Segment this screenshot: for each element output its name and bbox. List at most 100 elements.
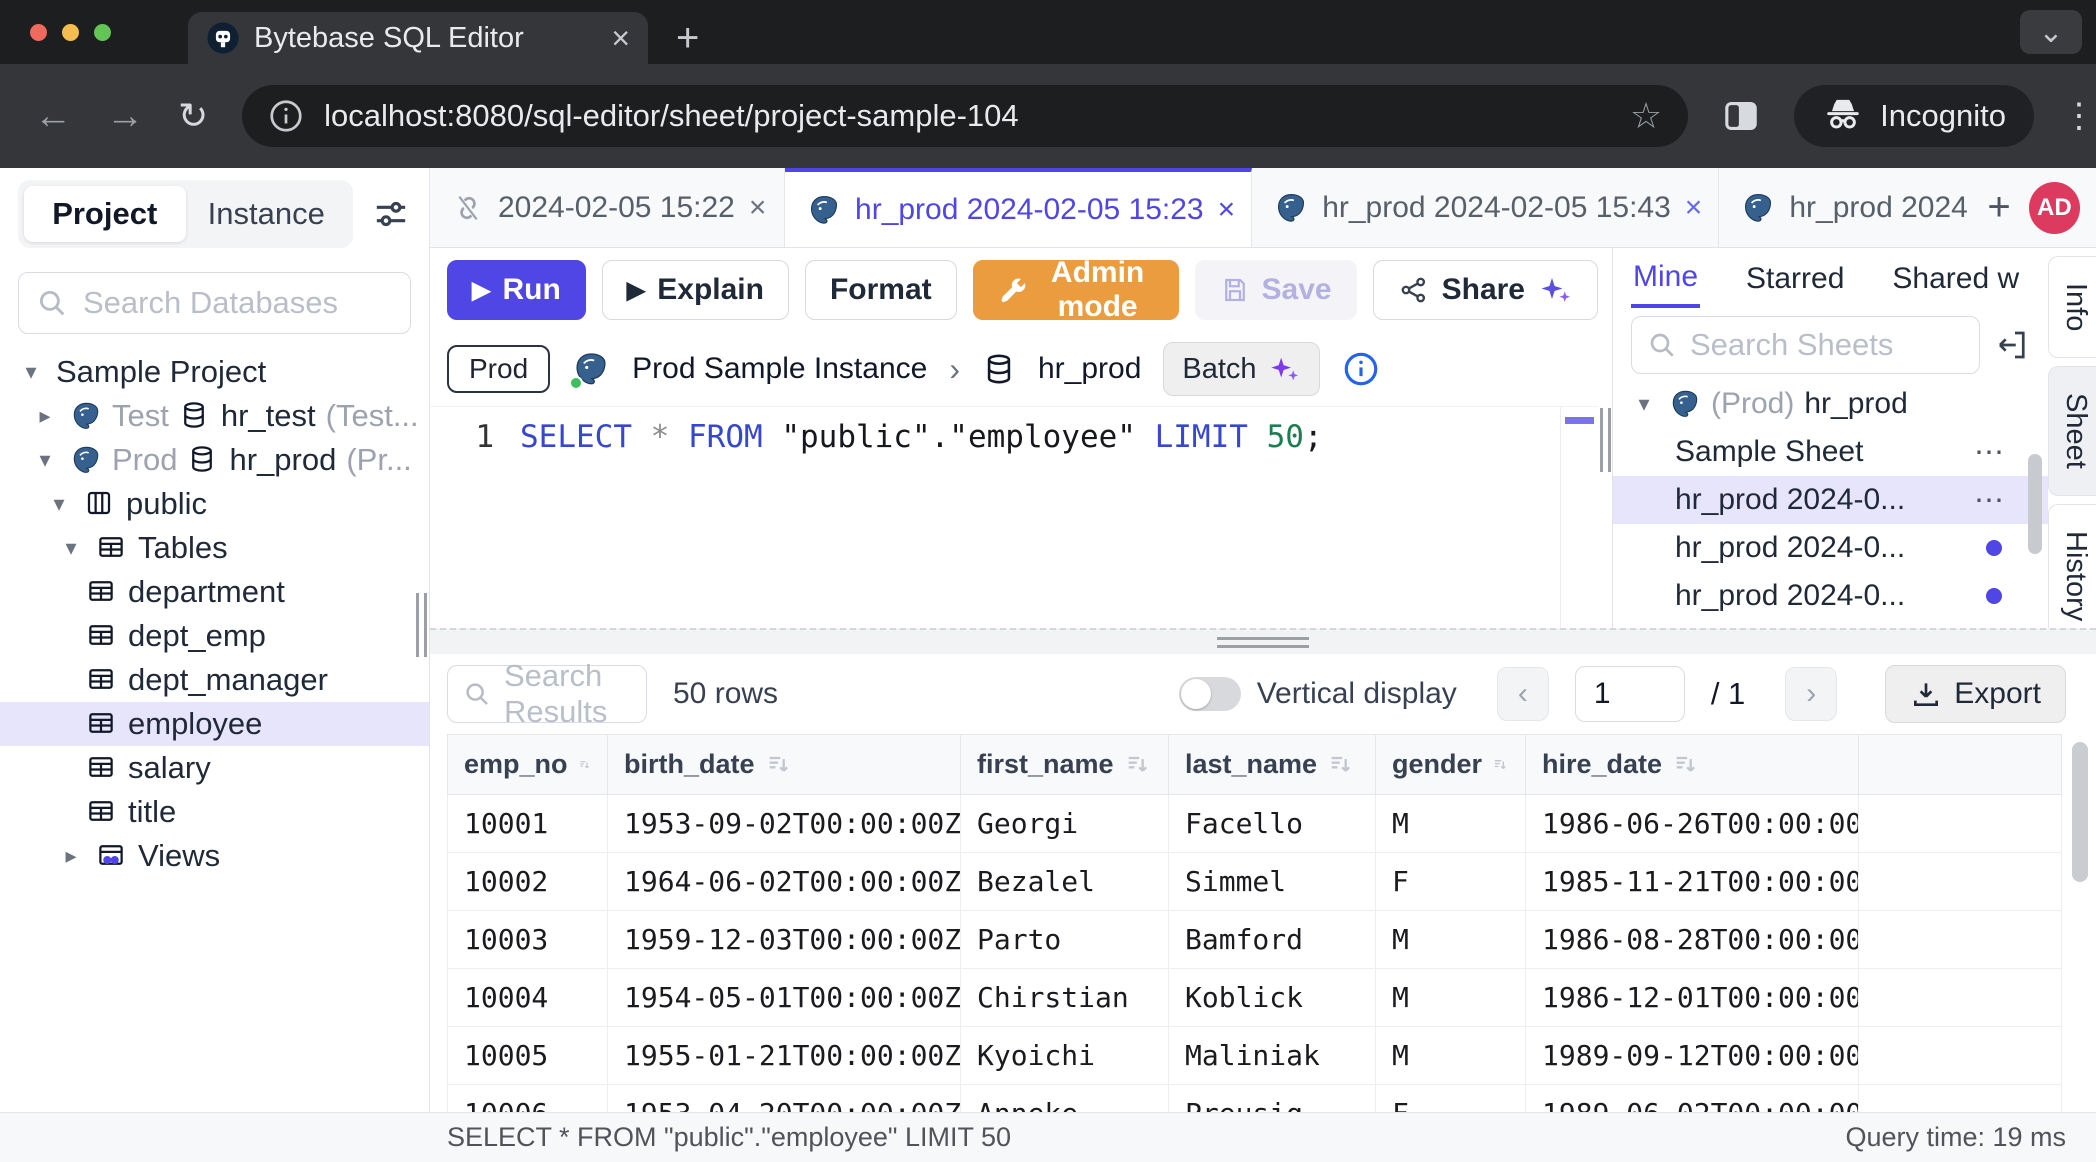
instance-name[interactable]: Prod Sample Instance	[632, 352, 927, 386]
tree-item-hr-test[interactable]: ▸ Test hr_test (Test...	[0, 394, 429, 438]
sheet-item-unsaved-2[interactable]: hr_prod 2024-0...	[1613, 572, 2048, 620]
sheet-group-hr-prod[interactable]: ▾ (Prod) hr_prod	[1613, 380, 2048, 428]
sheet-list-scrollbar[interactable]	[2028, 454, 2042, 554]
caret-down-icon[interactable]: ▾	[44, 491, 74, 517]
caret-down-icon[interactable]: ▾	[16, 359, 46, 385]
export-button[interactable]: Export	[1885, 665, 2066, 723]
close-tab-icon[interactable]: ×	[1218, 193, 1236, 227]
search-results-input[interactable]: Search Results	[447, 665, 647, 723]
back-button[interactable]: ←	[34, 95, 72, 138]
sheet-group-env: (Prod)	[1711, 387, 1794, 421]
format-button[interactable]: Format	[805, 260, 957, 320]
new-sheet-tab-button[interactable]: +	[1987, 185, 2010, 230]
admin-mode-button[interactable]: Admin mode	[973, 260, 1179, 320]
tree-item-table-title[interactable]: title	[0, 790, 429, 834]
sheet-item-label: Sample Sheet	[1675, 435, 1964, 469]
editor-tab-4[interactable]: hr_prod 2024-0	[1719, 168, 1969, 247]
caret-down-icon[interactable]: ▾	[30, 447, 60, 473]
batch-button[interactable]: Batch	[1163, 342, 1319, 396]
sheet-menu-icon[interactable]: ⋯	[1974, 483, 2006, 518]
caret-right-icon[interactable]: ▸	[30, 403, 60, 429]
new-browser-tab-button[interactable]: +	[676, 16, 699, 61]
tab-history[interactable]: History	[2048, 504, 2096, 648]
editor-tab-3[interactable]: hr_prod 2024-02-05 15:43 ×	[1252, 168, 1719, 247]
editor-minimap[interactable]	[1560, 407, 1598, 628]
close-tab-icon[interactable]: ×	[1685, 191, 1703, 225]
tree-item-hr-prod[interactable]: ▾ Prod hr_prod (Pr...	[0, 438, 429, 482]
share-label: Share	[1442, 273, 1525, 307]
table-scrollbar[interactable]	[2072, 742, 2088, 882]
page-number-input[interactable]	[1575, 666, 1685, 722]
browser-tab-close-icon[interactable]: ×	[611, 22, 630, 54]
next-page-button[interactable]: ›	[1785, 667, 1837, 721]
vertical-display-toggle[interactable]	[1179, 677, 1241, 711]
table-cell: Kyoichi	[961, 1027, 1169, 1085]
tree-item-schema-public[interactable]: ▾ public	[0, 482, 429, 526]
prev-page-button[interactable]: ‹	[1497, 667, 1549, 721]
search-sheets-input[interactable]: Search Sheets	[1631, 316, 1980, 374]
site-info-icon[interactable]	[268, 98, 304, 134]
panel-resize-handle[interactable]	[1598, 248, 1612, 628]
sheet-item-sample[interactable]: Sample Sheet ⋯	[1613, 428, 2048, 476]
reload-button[interactable]: ↻	[178, 95, 208, 137]
editor-tab-2-active[interactable]: hr_prod 2024-02-05 15:23 ×	[785, 168, 1252, 247]
results-resize-divider[interactable]	[430, 628, 2096, 654]
tree-item-project[interactable]: ▾ Sample Project	[0, 350, 429, 394]
database-name[interactable]: hr_prod	[1038, 352, 1141, 386]
editor-tab-label: 2024-02-05 15:22	[498, 191, 735, 225]
sql-toolbar: ▶ Run ▶ Explain Format	[430, 248, 1598, 332]
caret-down-icon[interactable]: ▾	[56, 535, 86, 561]
side-panel-icon[interactable]	[1720, 95, 1762, 137]
maximize-window-button[interactable]	[94, 24, 111, 41]
tree-item-tables-group[interactable]: ▾ Tables	[0, 526, 429, 570]
tree-item-table-employee[interactable]: employee	[0, 702, 429, 746]
import-sheet-icon[interactable]	[1994, 327, 2030, 363]
column-header-hire-date[interactable]: hire_date	[1526, 735, 1859, 795]
editor-tab-1[interactable]: 2024-02-05 15:22 ×	[430, 168, 785, 247]
column-header-last-name[interactable]: last_name	[1169, 735, 1376, 795]
column-header-emp-no[interactable]: emp_no	[448, 735, 608, 795]
tab-starred[interactable]: Starred	[1744, 252, 1846, 306]
editor-tab-bar: 2024-02-05 15:22 × hr_prod 2024-02-05 15…	[430, 168, 2096, 248]
tree-item-table-dept-manager[interactable]: dept_manager	[0, 658, 429, 702]
caret-right-icon[interactable]: ▸	[56, 843, 86, 869]
tree-item-views-group[interactable]: ▸ Views	[0, 834, 429, 878]
close-tab-icon[interactable]: ×	[749, 191, 767, 225]
tab-search-chevron-button[interactable]: ⌄	[2020, 10, 2082, 54]
run-button[interactable]: ▶ Run	[447, 260, 586, 320]
bookmark-star-icon[interactable]: ☆	[1630, 95, 1662, 137]
tree-item-table-department[interactable]: department	[0, 570, 429, 614]
explain-button[interactable]: ▶ Explain	[602, 260, 789, 320]
explain-label: Explain	[657, 273, 764, 307]
sheet-item-unsaved-1[interactable]: hr_prod 2024-0...	[1613, 524, 2048, 572]
sql-editor[interactable]: 1 SELECT * FROM "public"."employee" LIMI…	[430, 406, 1598, 628]
browser-menu-button[interactable]: ⋮	[2062, 96, 2096, 136]
tab-shared[interactable]: Shared w	[1890, 252, 2021, 306]
sheet-menu-icon[interactable]: ⋯	[1974, 435, 2006, 470]
tab-sheet[interactable]: Sheet	[2048, 366, 2096, 496]
search-databases-input[interactable]: Search Databases	[18, 272, 411, 334]
tree-item-table-salary[interactable]: salary	[0, 746, 429, 790]
share-button[interactable]: Share	[1373, 260, 1598, 320]
column-header-birth-date[interactable]: birth_date	[608, 735, 961, 795]
minimize-window-button[interactable]	[62, 24, 79, 41]
url-bar[interactable]: localhost:8080/sql-editor/sheet/project-…	[242, 85, 1688, 147]
filter-settings-icon[interactable]	[371, 194, 411, 234]
save-button[interactable]: Save	[1195, 260, 1357, 320]
sheet-item-selected[interactable]: hr_prod 2024-0... ⋯	[1613, 476, 2048, 524]
tree-item-table-dept-emp[interactable]: dept_emp	[0, 614, 429, 658]
forward-button[interactable]: →	[106, 95, 144, 138]
column-header-first-name[interactable]: first_name	[961, 735, 1169, 795]
tab-info[interactable]: Info	[2048, 256, 2096, 358]
close-window-button[interactable]	[30, 24, 47, 41]
drag-handle[interactable]	[1217, 637, 1309, 653]
browser-tab[interactable]: Bytebase SQL Editor ×	[188, 12, 648, 64]
info-icon[interactable]	[1342, 350, 1380, 388]
tab-mine[interactable]: Mine	[1631, 250, 1700, 308]
user-avatar[interactable]: AD	[2029, 182, 2080, 234]
sidebar-resize-handle[interactable]	[416, 593, 427, 657]
caret-down-icon[interactable]: ▾	[1629, 391, 1659, 417]
column-header-gender[interactable]: gender	[1376, 735, 1526, 795]
tab-project[interactable]: Project	[24, 186, 186, 242]
tab-instance[interactable]: Instance	[186, 186, 348, 242]
